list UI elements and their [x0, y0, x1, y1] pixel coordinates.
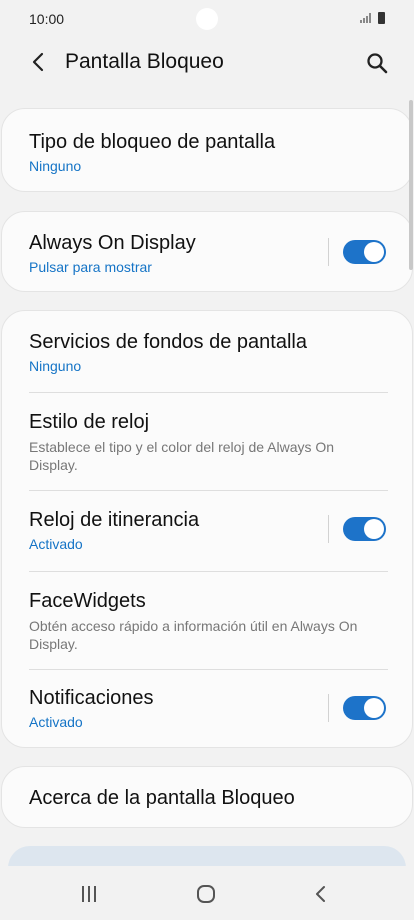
lock-type-item[interactable]: Tipo de bloqueo de pantalla Ninguno: [1, 108, 413, 192]
lock-type-value: Ninguno: [29, 158, 82, 174]
notifications-title: Notificaciones: [29, 687, 154, 709]
nav-back-button[interactable]: [301, 880, 341, 908]
always-on-display-title: Always On Display: [29, 232, 196, 254]
toggle-knob: [364, 519, 384, 539]
about-lock-screen-item[interactable]: Acerca de la pantalla Bloqueo: [1, 766, 413, 828]
toggle-divider: [328, 694, 329, 722]
status-time: 10:00: [29, 11, 65, 27]
wallpaper-services-value: Ninguno: [29, 358, 82, 374]
notifications-toggle[interactable]: [343, 696, 386, 720]
facewidgets-title: FaceWidgets: [29, 590, 146, 612]
home-button[interactable]: [186, 880, 226, 908]
lock-type-title: Tipo de bloqueo de pantalla: [29, 131, 276, 153]
display-settings-card: Servicios de fondos de pantalla Ninguno …: [1, 310, 413, 748]
nav-back-icon: [316, 886, 325, 902]
toggle-divider: [328, 238, 329, 266]
wallpaper-services-title: Servicios de fondos de pantalla: [29, 331, 307, 353]
signal-icon: [360, 13, 371, 23]
app-header: Pantalla Bloqueo: [0, 38, 414, 88]
roaming-clock-toggle[interactable]: [343, 517, 386, 541]
roaming-clock-item[interactable]: Reloj de itinerancia Activado: [2, 491, 412, 571]
search-icon: [367, 53, 388, 74]
page-title: Pantalla Bloqueo: [65, 50, 224, 73]
status-bar: 10:00: [0, 0, 414, 38]
always-on-display-toggle[interactable]: [343, 240, 386, 264]
always-on-display-item[interactable]: Always On Display Pulsar para mostrar: [1, 211, 413, 292]
search-button[interactable]: [362, 48, 392, 78]
recents-icon: [82, 886, 96, 902]
clock-style-title: Estilo de reloj: [29, 411, 150, 433]
screen: 10:00 Pantalla Bloqueo Tipo de bloqueo d…: [0, 0, 414, 920]
facewidgets-item[interactable]: FaceWidgets Obtén acceso rápido a inform…: [2, 572, 412, 669]
scrollbar[interactable]: [409, 100, 413, 270]
roaming-clock-value: Activado: [29, 536, 83, 552]
back-button[interactable]: [24, 48, 52, 76]
clock-style-description: Establece el tipo y el color del reloj d…: [29, 439, 335, 473]
about-lock-screen-title: Acerca de la pantalla Bloqueo: [29, 787, 295, 809]
navigation-bar: [0, 866, 414, 920]
back-arrow-icon: [32, 52, 44, 72]
toggle-knob: [364, 698, 384, 718]
recents-button[interactable]: [69, 880, 109, 908]
camera-cutout: [196, 8, 218, 30]
wallpaper-services-item[interactable]: Servicios de fondos de pantalla Ninguno: [2, 311, 412, 392]
clock-style-item[interactable]: Estilo de reloj Establece el tipo y el c…: [2, 393, 412, 490]
notifications-value: Activado: [29, 714, 83, 730]
battery-icon: [378, 12, 385, 24]
roaming-clock-title: Reloj de itinerancia: [29, 509, 200, 531]
notifications-item[interactable]: Notificaciones Activado: [2, 670, 412, 749]
toggle-divider: [328, 515, 329, 543]
home-icon: [197, 885, 215, 903]
always-on-display-value: Pulsar para mostrar: [29, 259, 152, 275]
facewidgets-description: Obtén acceso rápido a información útil e…: [29, 618, 358, 652]
toggle-knob: [364, 242, 384, 262]
